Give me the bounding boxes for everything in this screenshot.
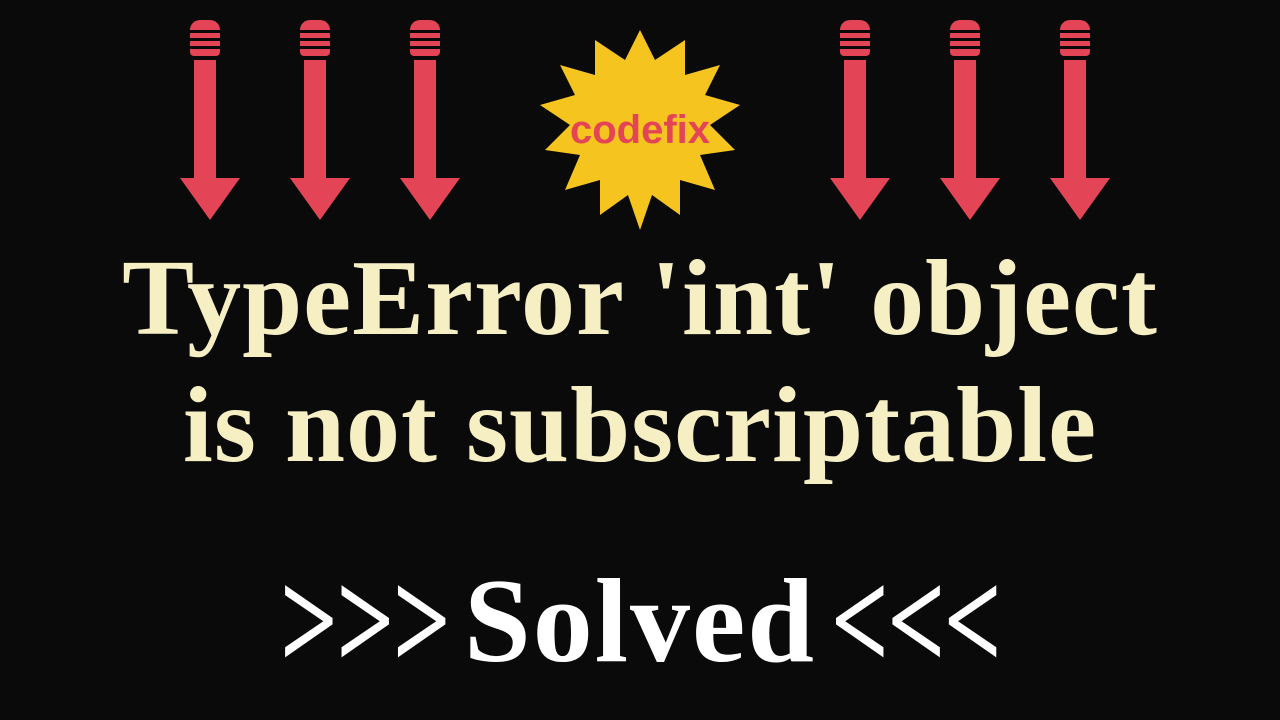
solved-footer: >>>Solved<<< xyxy=(0,552,1280,690)
down-arrow-icon xyxy=(400,20,450,220)
arrows-right-group xyxy=(830,20,1100,220)
down-arrow-icon xyxy=(290,20,340,220)
error-title: TypeError 'int' object is not subscripta… xyxy=(0,235,1280,490)
down-arrow-icon xyxy=(940,20,990,220)
badge-starburst: codefix xyxy=(510,30,770,230)
chevrons-right-icon: <<< xyxy=(831,538,1000,704)
solved-word: Solved xyxy=(464,554,816,687)
badge-label: codefix xyxy=(570,108,710,153)
down-arrow-icon xyxy=(180,20,230,220)
title-line-1: TypeError 'int' object xyxy=(0,235,1280,362)
down-arrow-icon xyxy=(830,20,880,220)
arrows-left-group xyxy=(180,20,450,220)
chevrons-left-icon: >>> xyxy=(280,538,449,704)
down-arrow-icon xyxy=(1050,20,1100,220)
title-line-2: is not subscriptable xyxy=(0,362,1280,489)
